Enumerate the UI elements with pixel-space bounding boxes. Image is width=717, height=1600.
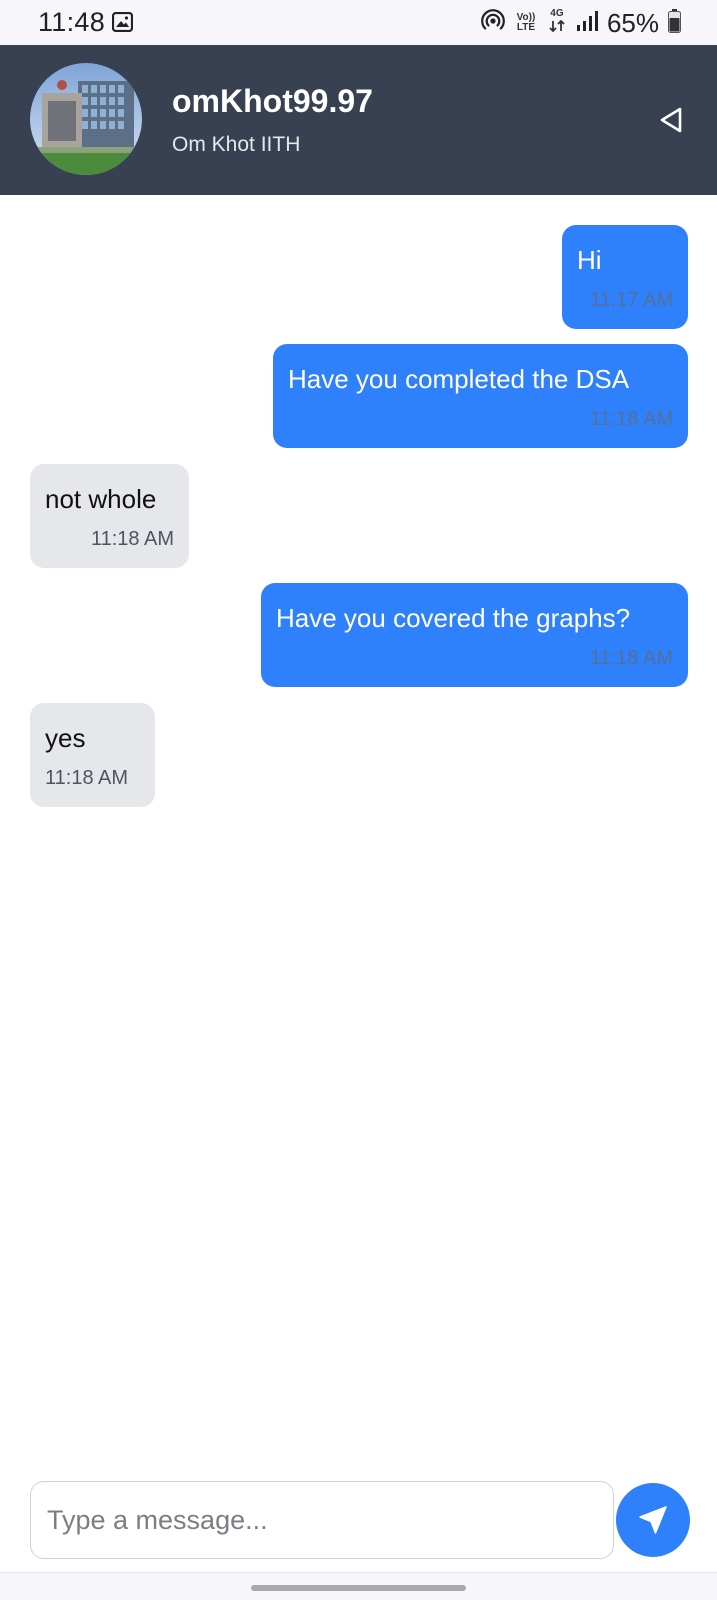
message-time: 11:18 AM [45,767,129,789]
message-text: Hi [577,245,602,275]
message-text: not whole [45,484,157,514]
status-time: 11:48 [38,7,106,37]
triangle-back-icon[interactable] [658,105,686,135]
message-bubble-sent: Hi 11:17 AM [562,225,688,329]
battery-icon [668,8,681,38]
system-nav-bar [0,1572,717,1600]
volte-bottom-label: LTE [516,22,536,33]
network-type-label: 4G [550,8,564,19]
message-time: 11:17 AM [589,289,673,311]
signal-icon [576,10,598,36]
chat-header: omKhot99.97 Om Khot IITH [0,45,717,195]
message-bubble-sent: Have you covered the graphs? 11:18 AM [261,583,688,687]
message-input[interactable] [30,1481,614,1559]
message-bubble-received: not whole 11:18 AM [30,464,189,568]
status-bar: 11:48 Vo)) LTE 4G 65% [0,0,717,45]
message-text: Have you covered the graphs? [276,603,631,633]
4g-icon: 4G [547,9,567,37]
gallery-icon [111,11,134,33]
message-bubble-sent: Have you completed the DSA 11:18 AM [273,344,688,448]
message-time: 11:18 AM [90,528,174,550]
message-list: Hi 11:17 AM Have you completed the DSA 1… [0,195,717,1455]
contact-subtitle: Om Khot IITH [172,133,301,156]
send-button[interactable] [616,1483,690,1557]
battery-percent: 65% [606,7,659,38]
hotspot-icon [481,8,505,38]
send-arrow-icon [639,1506,667,1534]
volte-icon: Vo)) LTE [514,13,538,33]
message-text: Have you completed the DSA [288,364,630,394]
chat-screen: 11:48 Vo)) LTE 4G 65% omKhot99.97 Om Kho… [0,0,717,1600]
avatar[interactable] [30,63,142,175]
status-icons: Vo)) LTE 4G 65% [481,8,681,38]
message-bubble-received: yes 11:18 AM [30,703,155,807]
message-time: 11:18 AM [589,408,673,430]
message-text: yes [45,723,86,753]
message-composer [0,1470,717,1570]
home-gesture-handle[interactable] [251,1585,466,1591]
message-time: 11:18 AM [589,647,673,669]
contact-name: omKhot99.97 [172,83,373,119]
